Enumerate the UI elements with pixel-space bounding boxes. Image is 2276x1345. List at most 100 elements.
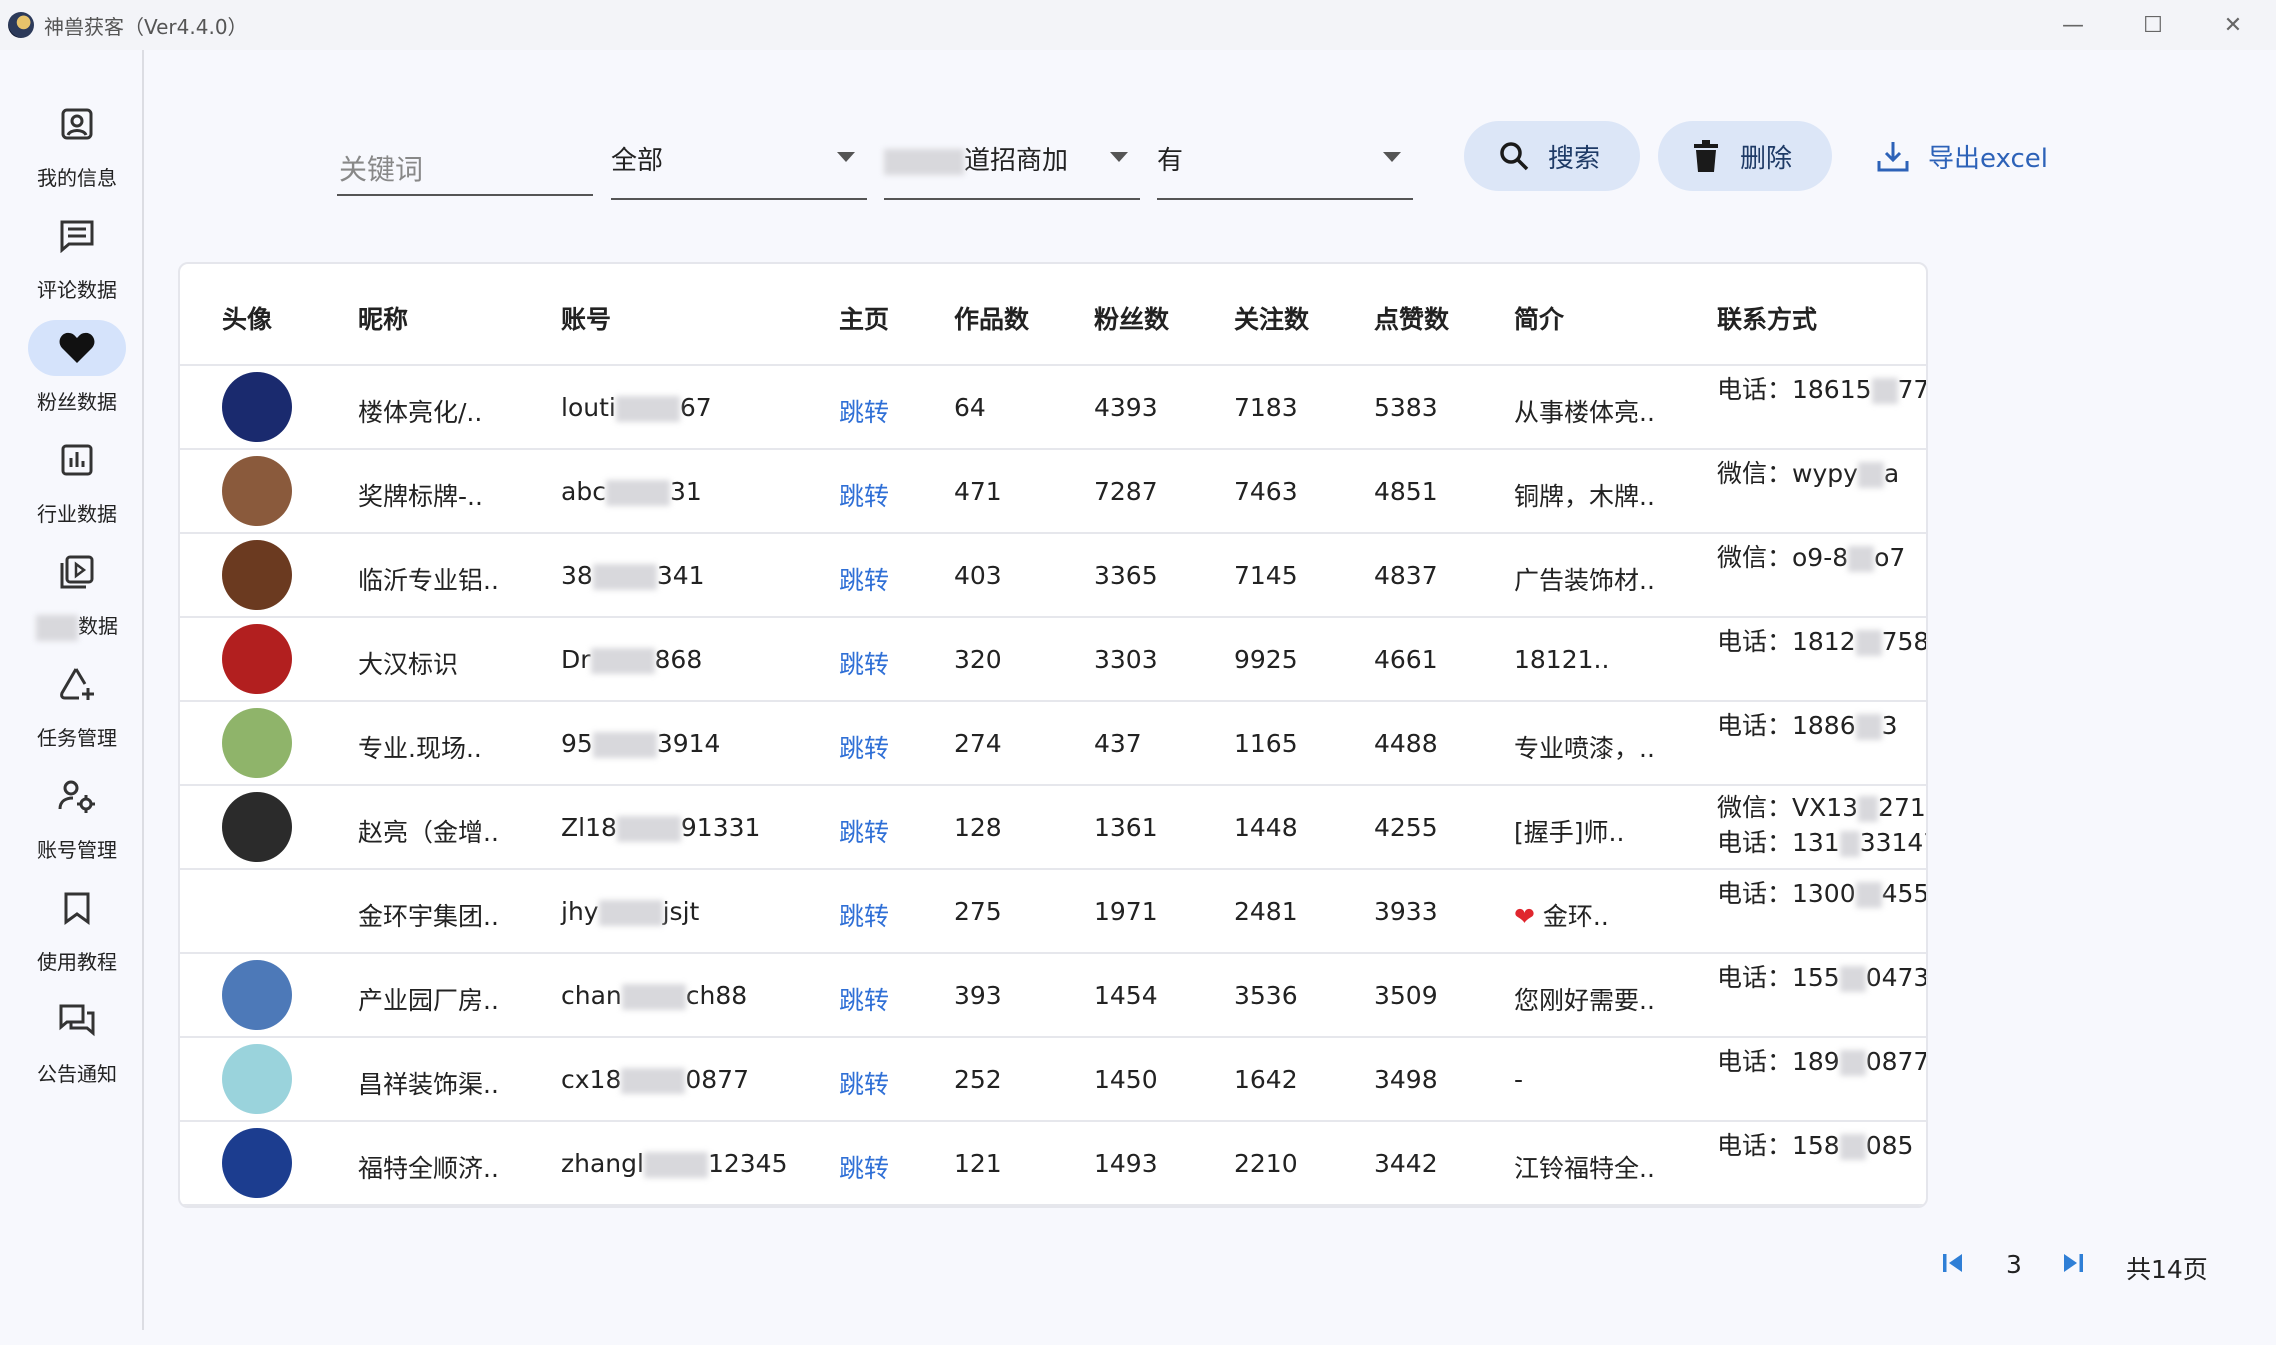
- follows-cell: 7183: [1234, 393, 1298, 422]
- follows-cell: 7145: [1234, 561, 1298, 590]
- chevron-down-icon: [837, 152, 855, 162]
- sidebar-item-comment-data[interactable]: 评论数据: [0, 202, 154, 314]
- notice-icon: [28, 992, 126, 1048]
- avatar: [222, 792, 292, 862]
- redacted-blur: [884, 148, 964, 175]
- table-row: 赵亮（金增.. Zl18 91331 跳转 128 1361 1448 4255 [握手]师..…: [180, 786, 1926, 870]
- contact-cell: 电话：13004550: [1717, 879, 1928, 908]
- nickname-cell: 昌祥装饰渠..: [358, 1070, 499, 1099]
- sidebar-item-my-info[interactable]: 我的信息: [0, 90, 154, 202]
- nickname-cell: 赵亮（金增..: [358, 818, 499, 847]
- fans-cell: 1454: [1094, 981, 1158, 1010]
- last-page-icon: [2064, 1254, 2083, 1272]
- sidebar-item-task-management[interactable]: 任务管理: [0, 650, 154, 762]
- follows-cell: 1642: [1234, 1065, 1298, 1094]
- homepage-link[interactable]: 跳转: [839, 981, 889, 1017]
- table-row: 大汉标识 Dr 868 跳转 320 3303 9925 4661 18121.. 电话：1812…: [180, 618, 1926, 702]
- redacted-blur: [1857, 462, 1884, 488]
- close-button[interactable]: ✕: [2198, 0, 2268, 50]
- works-cell: 275: [954, 897, 1002, 926]
- table-row: 专业.现场.. 95 3914 跳转 274 437 1165 4488 专业喷漆，.. 电话：1…: [180, 702, 1926, 786]
- avatar: [222, 624, 292, 694]
- delete-button[interactable]: 删除: [1658, 121, 1832, 191]
- redacted-blur: [36, 614, 78, 641]
- homepage-link[interactable]: 跳转: [839, 477, 889, 513]
- redacted-blur: [1871, 378, 1898, 404]
- account-cell: 95 3914: [561, 729, 721, 758]
- works-cell: 403: [954, 561, 1002, 590]
- keyword-input[interactable]: [337, 130, 593, 196]
- redacted-blur: [1855, 882, 1882, 908]
- avatar: [222, 456, 292, 526]
- likes-cell: 4488: [1374, 729, 1438, 758]
- column-header-likes: 点赞数: [1374, 305, 1450, 334]
- heart-icon: [28, 320, 126, 376]
- nickname-cell: 产业园厂房..: [358, 986, 499, 1015]
- search-button-label: 搜索: [1548, 143, 1601, 174]
- sidebar-item-account-management[interactable]: 账号管理: [0, 762, 154, 874]
- account-cell: Zl18 91331: [561, 813, 761, 842]
- homepage-link[interactable]: 跳转: [839, 1149, 889, 1185]
- bar-chart-icon: [28, 432, 126, 488]
- redacted-blur: [592, 732, 657, 758]
- contact-select[interactable]: 有: [1157, 118, 1413, 200]
- likes-cell: 3498: [1374, 1065, 1438, 1094]
- export-excel-button[interactable]: 导出excel: [1876, 121, 2048, 191]
- avatar: [222, 540, 292, 610]
- bio-cell: [握手]师..: [1514, 818, 1625, 847]
- sidebar-item-tutorial[interactable]: 使用教程: [0, 874, 154, 986]
- sidebar-item-fans-data[interactable]: 粉丝数据: [0, 314, 154, 426]
- sidebar-item-label: 行业数据: [37, 502, 117, 526]
- homepage-link[interactable]: 跳转: [839, 393, 889, 429]
- redacted-blur: [605, 480, 670, 506]
- account-cell: 38 341: [561, 561, 705, 590]
- redacted-blur: [1855, 714, 1882, 740]
- table-row: 金环宇集团.. jhy jsjt 跳转 275 1971 2481 3933 ❤ 金环.. 电话：…: [180, 870, 1926, 954]
- column-header-contact: 联系方式: [1717, 305, 1818, 334]
- search-button[interactable]: 搜索: [1464, 121, 1640, 191]
- first-page-button[interactable]: [1940, 1250, 1966, 1282]
- column-header-account: 账号: [561, 305, 612, 334]
- minimize-button[interactable]: —: [2038, 0, 2108, 50]
- bio-cell: 江铃福特全..: [1514, 1154, 1655, 1183]
- contact-cell: 电话：1861577059: [1717, 375, 1928, 404]
- search-icon: [1500, 142, 1529, 171]
- works-cell: 393: [954, 981, 1002, 1010]
- works-cell: 274: [954, 729, 1002, 758]
- homepage-link[interactable]: 跳转: [839, 1065, 889, 1101]
- homepage-link[interactable]: 跳转: [839, 813, 889, 849]
- homepage-link[interactable]: 跳转: [839, 645, 889, 681]
- homepage-link[interactable]: 跳转: [839, 729, 889, 765]
- redacted-blur: [621, 1068, 686, 1094]
- sidebar-item-label: 数据: [0, 610, 154, 641]
- fans-cell: 7287: [1094, 477, 1158, 506]
- fans-cell: 1493: [1094, 1149, 1158, 1178]
- download-icon: [1877, 142, 1909, 172]
- likes-cell: 5383: [1374, 393, 1438, 422]
- column-header-follows: 关注数: [1234, 305, 1310, 334]
- last-page-button[interactable]: [2060, 1250, 2086, 1282]
- category-select[interactable]: 全部: [611, 118, 867, 200]
- export-excel-label: 导出excel: [1928, 143, 2048, 174]
- works-cell: 252: [954, 1065, 1002, 1094]
- delete-button-label: 删除: [1740, 143, 1793, 174]
- homepage-link[interactable]: 跳转: [839, 897, 889, 933]
- sidebar-item-label: 使用教程: [37, 950, 117, 974]
- maximize-button[interactable]: ☐: [2118, 0, 2188, 50]
- window-title: 神兽获客（Ver4.4.0）: [44, 14, 248, 39]
- sidebar-item-video-data[interactable]: 数据: [0, 538, 154, 650]
- column-header-works: 作品数: [954, 305, 1030, 334]
- sidebar-item-notice[interactable]: 公告通知: [0, 986, 154, 1098]
- follows-cell: 2481: [1234, 897, 1298, 926]
- redacted-blur: [1848, 546, 1875, 572]
- industry-select[interactable]: 道招商加: [884, 118, 1140, 200]
- follows-cell: 7463: [1234, 477, 1298, 506]
- video-icon: [28, 544, 126, 600]
- likes-cell: 4255: [1374, 813, 1438, 842]
- account-cell: cx18 0877: [561, 1065, 749, 1094]
- homepage-link[interactable]: 跳转: [839, 561, 889, 597]
- table-row: 楼体亮化/.. louti 67 跳转 64 4393 7183 5383 从事楼体亮.. 电话：…: [180, 366, 1926, 450]
- bio-cell: 专业喷漆，..: [1514, 734, 1655, 763]
- sidebar-item-industry-data[interactable]: 行业数据: [0, 426, 154, 538]
- avatar: [222, 1128, 292, 1198]
